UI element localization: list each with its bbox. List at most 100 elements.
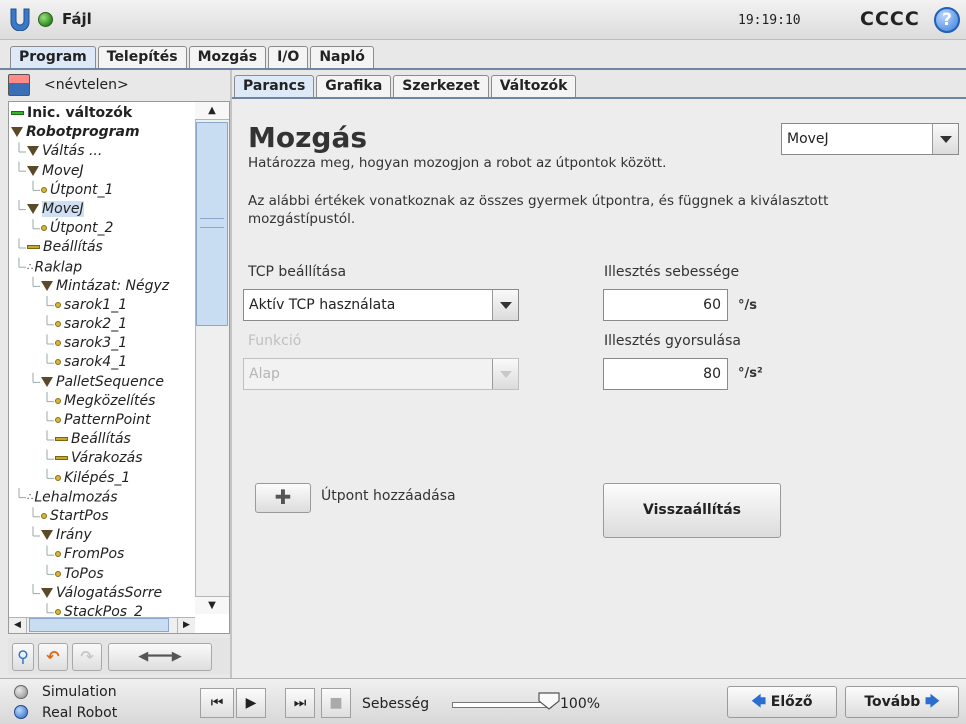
tree-node-label: Raklap <box>34 259 83 275</box>
tree-node-label: Beállítás <box>43 239 103 256</box>
tree-node-label: Inic. változók <box>27 105 133 121</box>
tree-node[interactable]: sarok2_1 <box>9 315 195 334</box>
tree-node[interactable]: Irány <box>9 526 195 545</box>
tcp-select[interactable]: Aktív TCP használata <box>243 289 519 321</box>
feature-value: Alap <box>249 366 280 382</box>
tree-node[interactable]: ∴ Lehalmozás <box>9 488 195 507</box>
add-waypoint-button[interactable]: ✚ <box>255 483 311 513</box>
chevron-down-icon[interactable] <box>932 124 958 154</box>
tree-node-label: PalletSequence <box>56 373 164 390</box>
tree-node[interactable]: MoveJ <box>9 162 195 181</box>
tree-node[interactable]: Megközelítés <box>9 392 195 411</box>
tab-command[interactable]: Parancs <box>234 75 315 97</box>
move-arrow-icon[interactable]: ◀━━━▶ <box>108 643 212 671</box>
next-button[interactable]: Tovább 🡆 <box>845 686 959 718</box>
tree-node[interactable]: sarok1_1 <box>9 296 195 315</box>
scroll-right-icon[interactable]: ▶ <box>177 617 195 633</box>
tree-node-label: StartPos <box>50 507 109 524</box>
tree-node-label: Útpont_2 <box>50 220 114 237</box>
tree-node[interactable]: ToPos <box>9 565 195 584</box>
tab-io[interactable]: I/O <box>268 46 309 68</box>
tab-move[interactable]: Mozgás <box>188 46 267 68</box>
chevron-down-icon <box>492 359 518 389</box>
waypoint-dot-icon <box>55 359 61 366</box>
description: Határozza meg, hogyan mozogjon a robot a… <box>248 155 667 171</box>
chevron-down-icon[interactable] <box>492 290 518 320</box>
next-label: Tovább <box>864 694 921 710</box>
tree-node[interactable]: Beállítás <box>9 430 195 449</box>
tree-node[interactable]: ∴ Raklap <box>9 258 195 277</box>
tree-node[interactable]: sarok4_1 <box>9 353 195 372</box>
tree-node[interactable]: Inic. változók <box>9 104 195 123</box>
scroll-left-icon[interactable]: ◀ <box>9 617 27 633</box>
waypoint-dot-icon <box>55 570 61 577</box>
tree-node[interactable]: VálogatásSorre <box>9 584 195 603</box>
waypoint-dot-icon <box>41 512 47 519</box>
scroll-grip-icon <box>200 218 224 228</box>
file-status-icon[interactable] <box>38 12 53 27</box>
tree-node[interactable]: Váltás ... <box>9 142 195 161</box>
tree-node[interactable]: FromPos <box>9 545 195 564</box>
help-icon[interactable]: ? <box>934 7 960 33</box>
main-tabs: Program Telepítés Mozgás I/O Napló <box>10 46 374 68</box>
tree-node[interactable]: Útpont_1 <box>9 181 195 200</box>
tab-installation[interactable]: Telepítés <box>97 46 187 68</box>
tree-node[interactable]: MoveJ <box>9 200 195 219</box>
rewind-icon[interactable]: ⏮ <box>200 688 234 718</box>
set-bar-icon <box>27 245 40 250</box>
tree-node-label: MoveJ <box>42 200 84 217</box>
tab-structure[interactable]: Szerkezet <box>393 75 489 97</box>
tab-program[interactable]: Program <box>10 46 96 68</box>
tree-node-label: PatternPoint <box>64 412 151 428</box>
joint-speed-label: Illesztés sebessége <box>604 264 740 280</box>
reset-button[interactable]: Visszaállítás <box>603 483 781 538</box>
speed-label: Sebesség <box>362 696 430 712</box>
previous-button[interactable]: 🡄 Előző <box>727 686 837 718</box>
tree-node-label: MoveJ <box>42 162 84 179</box>
speed-slider-handle[interactable] <box>538 692 560 710</box>
feature-select[interactable]: Alap <box>243 358 519 390</box>
play-icon[interactable]: ▶ <box>236 688 266 718</box>
tree-node[interactable]: Beállítás <box>9 238 195 257</box>
tree-hscroll-thumb[interactable] <box>29 618 169 632</box>
add-waypoint-label: Útpont hozzáadása <box>321 488 456 504</box>
search-icon[interactable]: ⚲ <box>12 643 34 671</box>
tab-graphics[interactable]: Grafika <box>316 75 392 97</box>
save-file-icon[interactable] <box>8 74 30 96</box>
tree-node[interactable]: PatternPoint <box>9 411 195 430</box>
undo-icon[interactable]: ↶ <box>38 643 68 671</box>
speed-slider[interactable] <box>452 702 552 708</box>
tree-node-label: Mintázat: Négyz <box>56 277 170 294</box>
redo-icon[interactable]: ↷ <box>72 643 102 671</box>
tree-node[interactable]: StackPos_2 <box>9 603 195 616</box>
step-icon[interactable]: ⏭ <box>285 688 315 718</box>
file-menu[interactable]: Fájl <box>62 10 92 28</box>
clock: 19:19:10 <box>738 13 801 28</box>
tree-node[interactable]: Robotprogram <box>9 123 195 142</box>
tree-node[interactable]: sarok3_1 <box>9 334 195 353</box>
expand-triangle-icon <box>11 127 23 138</box>
stop-icon[interactable]: ■ <box>321 688 351 718</box>
sub-tabs: Parancs Grafika Szerkezet Változók <box>234 75 577 97</box>
tree-node[interactable]: Mintázat: Négyz <box>9 277 195 296</box>
joint-accel-input[interactable]: 80 <box>603 358 728 390</box>
tree-node[interactable]: Útpont_2 <box>9 219 195 238</box>
tree-list: Inic. változók Robotprogram Váltás ... Move… <box>9 104 195 616</box>
scroll-down-icon[interactable]: ▼ <box>195 596 229 614</box>
joint-speed-input[interactable]: 60 <box>603 289 728 321</box>
move-type-select[interactable]: MoveJ <box>781 123 959 155</box>
tree-node[interactable]: Várakozás <box>9 449 195 468</box>
tree-node[interactable]: PalletSequence <box>9 373 195 392</box>
tab-variables[interactable]: Változók <box>490 75 577 97</box>
waypoint-dot-icon <box>55 551 61 558</box>
tree-node[interactable]: Kilépés_1 <box>9 469 195 488</box>
waypoint-dot-icon <box>55 474 61 481</box>
simulation-radio[interactable] <box>14 685 28 699</box>
expand-triangle-icon <box>41 280 53 291</box>
real-robot-radio[interactable] <box>14 705 28 719</box>
program-file-name: <névtelen> <box>44 77 129 93</box>
scroll-up-icon[interactable]: ▲ <box>195 102 229 120</box>
tree-node[interactable]: StartPos <box>9 507 195 526</box>
tab-log[interactable]: Napló <box>310 46 374 68</box>
tree-node-label: Robotprogram <box>26 124 140 141</box>
